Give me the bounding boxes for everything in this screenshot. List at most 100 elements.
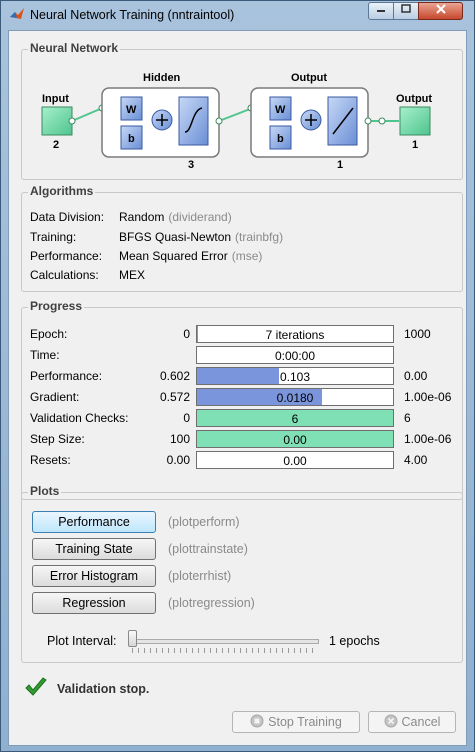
performance-plot-func: (plotperform) — [168, 515, 240, 529]
output-weight-label: W — [275, 104, 286, 116]
cancel-icon — [384, 714, 398, 728]
progress-row: Validation Checks: 0 6 6 — [30, 409, 460, 427]
minimize-icon — [377, 10, 385, 12]
client-area: Neural Network Input 2 Hidden 3 W b Outp… — [8, 30, 467, 746]
plot-interval-ticks — [132, 648, 318, 653]
progress-bar: 0.00 — [196, 430, 394, 448]
progress-label: Step Size: — [30, 432, 85, 446]
hidden-size: 3 — [188, 159, 194, 171]
algorithm-value: Random — [119, 210, 165, 224]
progress-start-value: 0.602 — [159, 369, 190, 383]
progress-current-value: 0.00 — [283, 433, 307, 447]
cancel-button[interactable]: Cancel — [368, 711, 456, 733]
input-node — [41, 106, 73, 136]
algorithms-title: Algorithms — [28, 184, 96, 198]
output-label: Output — [396, 93, 432, 105]
progress-end-value: 6 — [404, 411, 411, 425]
progress-row: Step Size: 100 0.00 1.00e-06 — [30, 430, 460, 448]
progress-end-value: 4.00 — [404, 453, 428, 467]
progress-start-value: 0.572 — [159, 390, 190, 404]
network-diagram: Input 2 Hidden 3 W b Output 1 W b Output… — [41, 72, 432, 171]
minimize-button[interactable] — [368, 2, 394, 20]
input-size: 2 — [53, 139, 59, 151]
maximize-button[interactable] — [393, 2, 419, 20]
plot-interval-track[interactable] — [129, 639, 319, 644]
error-histogram-plot-button[interactable]: Error Histogram — [32, 565, 156, 587]
error-histogram-plot-func: (ploterrhist) — [168, 569, 232, 583]
output-node — [399, 106, 431, 136]
training-state-plot-func: (plottrainstate) — [168, 542, 248, 556]
window-title: Neural Network Training (nntraintool) — [30, 8, 235, 22]
output-bias-label: b — [277, 133, 284, 145]
algorithm-func: (dividerand) — [168, 210, 232, 224]
progress-start-value: 100 — [169, 432, 190, 446]
hidden-label: Hidden — [143, 72, 181, 84]
progress-row: Resets: 0.00 0.00 4.00 — [30, 451, 460, 469]
algorithm-row-training: Training: BFGS Quasi-Newton (trainbfg) — [30, 230, 283, 244]
regression-plot-func: (plotregression) — [168, 596, 255, 610]
progress-row: Gradient: 0.572 0.0180 1.00e-06 — [30, 388, 460, 406]
plot-interval-value: 1 epochs — [329, 634, 380, 648]
algorithms-group: Algorithms Data Division: Random (dividera… — [21, 184, 463, 292]
plot-interval-label: Plot Interval: — [47, 634, 117, 648]
progress-current-value: 6 — [291, 412, 299, 426]
stop-training-button[interactable]: Stop Training — [232, 711, 360, 733]
progress-label: Epoch: — [30, 327, 68, 341]
algorithm-row-division: Data Division: Random (dividerand) — [30, 210, 232, 224]
algorithm-label: Performance: — [30, 249, 103, 263]
progress-end-value: 1.00e-06 — [404, 432, 452, 446]
progress-current-value: 0.00 — [283, 454, 307, 468]
title-bar[interactable]: Neural Network Training (nntraintool) — [1, 1, 474, 29]
app-window: Neural Network Training (nntraintool) Ne… — [0, 0, 475, 752]
algorithm-value: MEX — [119, 268, 146, 282]
hidden-weight-label: W — [126, 104, 137, 116]
progress-start-value: 0 — [183, 411, 190, 425]
close-window-button[interactable] — [418, 2, 463, 20]
status-text: Validation stop. — [57, 682, 150, 696]
progress-start-value: 0.00 — [166, 453, 190, 467]
plot-interval-slider-thumb[interactable] — [128, 630, 137, 647]
algorithm-value: Mean Squared Error — [119, 249, 228, 263]
stop-training-label: Stop Training — [268, 715, 342, 729]
progress-end-value: 1.00e-06 — [404, 390, 452, 404]
algorithm-label: Calculations: — [30, 268, 99, 282]
algorithm-value: BFGS Quasi-Newton — [119, 230, 232, 244]
progress-current-value: 0.103 — [279, 370, 311, 384]
output-layer-label: Output — [291, 72, 327, 84]
regression-plot-button[interactable]: Regression — [32, 592, 156, 614]
progress-start-value: 0 — [183, 327, 190, 341]
output-size: 1 — [412, 139, 418, 151]
progress-bar: 0.0180 — [196, 388, 394, 406]
progress-bar: 7 iterations — [196, 325, 394, 343]
progress-label: Time: — [30, 348, 60, 362]
progress-bar: 0:00:00 — [196, 346, 394, 364]
hidden-bias-label: b — [128, 133, 135, 145]
progress-current-value: 0:00:00 — [274, 349, 316, 363]
training-state-plot-button[interactable]: Training State — [32, 538, 156, 560]
progress-label: Resets: — [30, 453, 71, 467]
algorithm-func: (mse) — [231, 249, 263, 263]
algorithm-func: (trainbfg) — [235, 230, 284, 244]
progress-label: Validation Checks: — [30, 411, 129, 425]
progress-end-value: 0.00 — [404, 369, 428, 383]
progress-group: Progress Epoch: 0 7 iterations 100 0 Time: 0:0… — [21, 299, 463, 500]
matlab-logo-icon — [10, 8, 24, 19]
progress-bar: 0.103 — [196, 367, 394, 385]
progress-title: Progress — [28, 299, 85, 313]
algorithm-row-calculations: Calculations: MEX — [30, 268, 145, 282]
output-layer-size: 1 — [337, 159, 343, 171]
cancel-label: Cancel — [401, 715, 441, 729]
stop-icon — [250, 714, 264, 728]
progress-current-value: 0.0180 — [276, 391, 314, 405]
maximize-icon — [401, 4, 411, 13]
algorithm-row-performance: Performance: Mean Squared Error (mse) — [30, 249, 262, 263]
algorithm-label: Data Division: — [30, 210, 105, 224]
progress-current-value: 7 iterations — [265, 328, 325, 342]
performance-plot-button[interactable]: Performance — [32, 511, 156, 533]
close-icon — [435, 4, 446, 14]
checkmark-icon — [25, 677, 47, 696]
input-label: Input — [42, 93, 69, 105]
plots-title: Plots — [28, 484, 62, 498]
algorithm-label: Training: — [30, 230, 77, 244]
progress-label: Performance: — [30, 369, 103, 383]
